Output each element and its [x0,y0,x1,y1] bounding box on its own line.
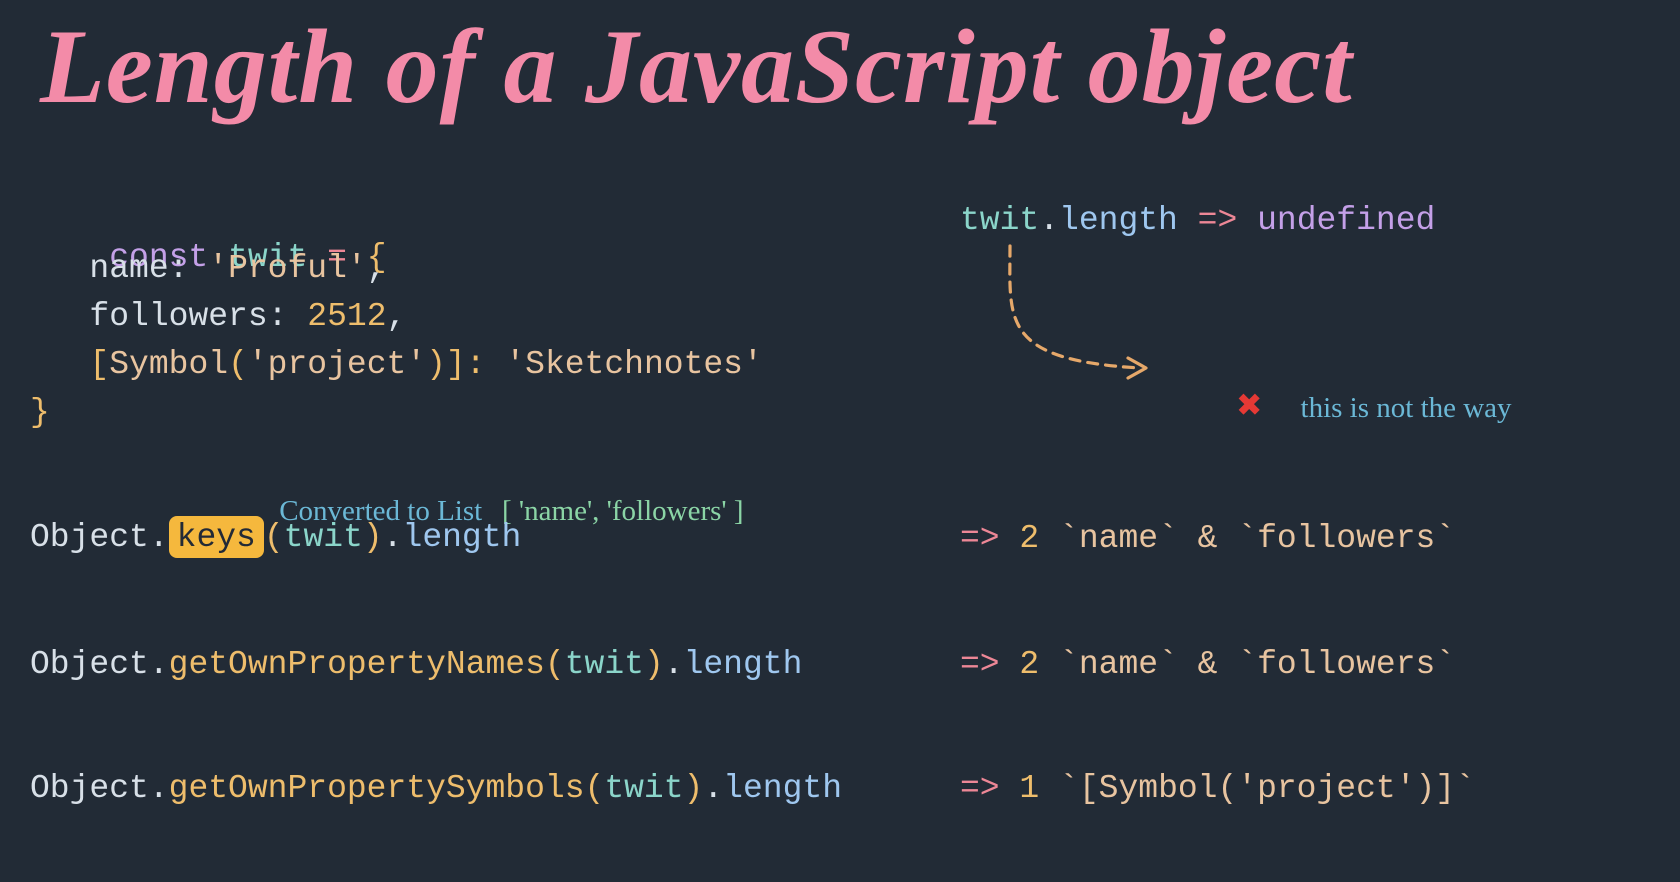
method-getownpropertynames: getOwnPropertyNames [169,646,545,683]
result-value: 1 [1019,770,1039,807]
class-object: Object [30,519,149,556]
arrow-op: => [1198,202,1238,239]
result-getownpropertynames: => 2 `name` & `followers` [960,646,1455,683]
property-length: length [1059,202,1178,239]
string-project: 'project' [248,346,426,383]
code-line-followers: followers: 2512, [30,298,406,335]
comma: , [367,250,387,287]
identifier-twit: twit [960,202,1039,239]
arrow-op: => [960,770,1000,807]
dot: . [703,770,723,807]
dot: . [149,519,169,556]
property-length: length [723,770,842,807]
method-getownpropertysymbols: getOwnPropertySymbols [169,770,585,807]
code-line-getownpropertysymbols: Object.getOwnPropertySymbols(twit).lengt… [30,770,842,807]
result-desc: `name` & `followers` [1059,520,1455,557]
code-line-closebrace: } [30,394,50,431]
bracket-open: [ [89,346,109,383]
paren-open: ( [264,519,284,556]
result-value: 2 [1019,646,1039,683]
arrow-op: => [960,520,1000,557]
prop-followers: followers: [89,298,287,335]
dot: . [664,646,684,683]
code-line-object-keys: Object.keys(twit).length [30,516,521,558]
symbol-word: Symbol [109,346,228,383]
annotation-arrow-icon [960,240,1170,400]
identifier-twit: twit [565,646,644,683]
paren-close: ) [684,770,704,807]
result-getownpropertysymbols: => 1 `[Symbol('project')]` [960,770,1475,807]
dot: . [149,770,169,807]
bracket-close-colon: ]: [446,346,486,383]
annotation-converted-list: [ 'name', 'followers' ] [502,495,744,527]
result-desc: `name` & `followers` [1059,646,1455,683]
result-desc: `[Symbol('project')]` [1059,770,1475,807]
paren-close: ) [644,646,664,683]
page-title: Length of a JavaScript object [0,0,1680,128]
dot: . [383,519,403,556]
string-proful: 'Proful' [208,250,366,287]
property-length: length [403,519,522,556]
paren-open: ( [585,770,605,807]
string-sketchnotes: 'Sketchnotes' [505,346,762,383]
code-line-symbol: [Symbol('project')]: 'Sketchnotes' [30,346,763,383]
comma: , [387,298,407,335]
dot: . [149,646,169,683]
paren-close: ) [426,346,446,383]
identifier-twit: twit [604,770,683,807]
code-line-name: name: 'Proful', [30,250,387,287]
value-undefined: undefined [1257,202,1435,239]
code-line-getownpropertynames: Object.getOwnPropertyNames(twit).length [30,646,802,683]
paren-open: ( [545,646,565,683]
highlight-keys: keys [169,516,264,558]
dot: . [1039,202,1059,239]
result-value: 2 [1019,520,1039,557]
class-object: Object [30,646,149,683]
annotation-not-the-way: ✖ this is not the way [1160,348,1512,465]
code-line-twit-length: twit.length => undefined [960,202,1435,239]
code-sketchnote: Length of a JavaScript object const twit… [0,0,1680,882]
identifier-twit: twit [284,519,363,556]
paren-close: ) [363,519,383,556]
number-2512: 2512 [307,298,386,335]
arrow-op: => [960,646,1000,683]
result-object-keys: => 2 `name` & `followers` [960,520,1455,557]
property-length: length [684,646,803,683]
paren-open: ( [228,346,248,383]
annotation-text: this is not the way [1301,392,1512,424]
cross-icon: ✖ [1238,382,1263,431]
prop-name: name: [89,250,188,287]
brace-close: } [30,394,50,431]
class-object: Object [30,770,149,807]
